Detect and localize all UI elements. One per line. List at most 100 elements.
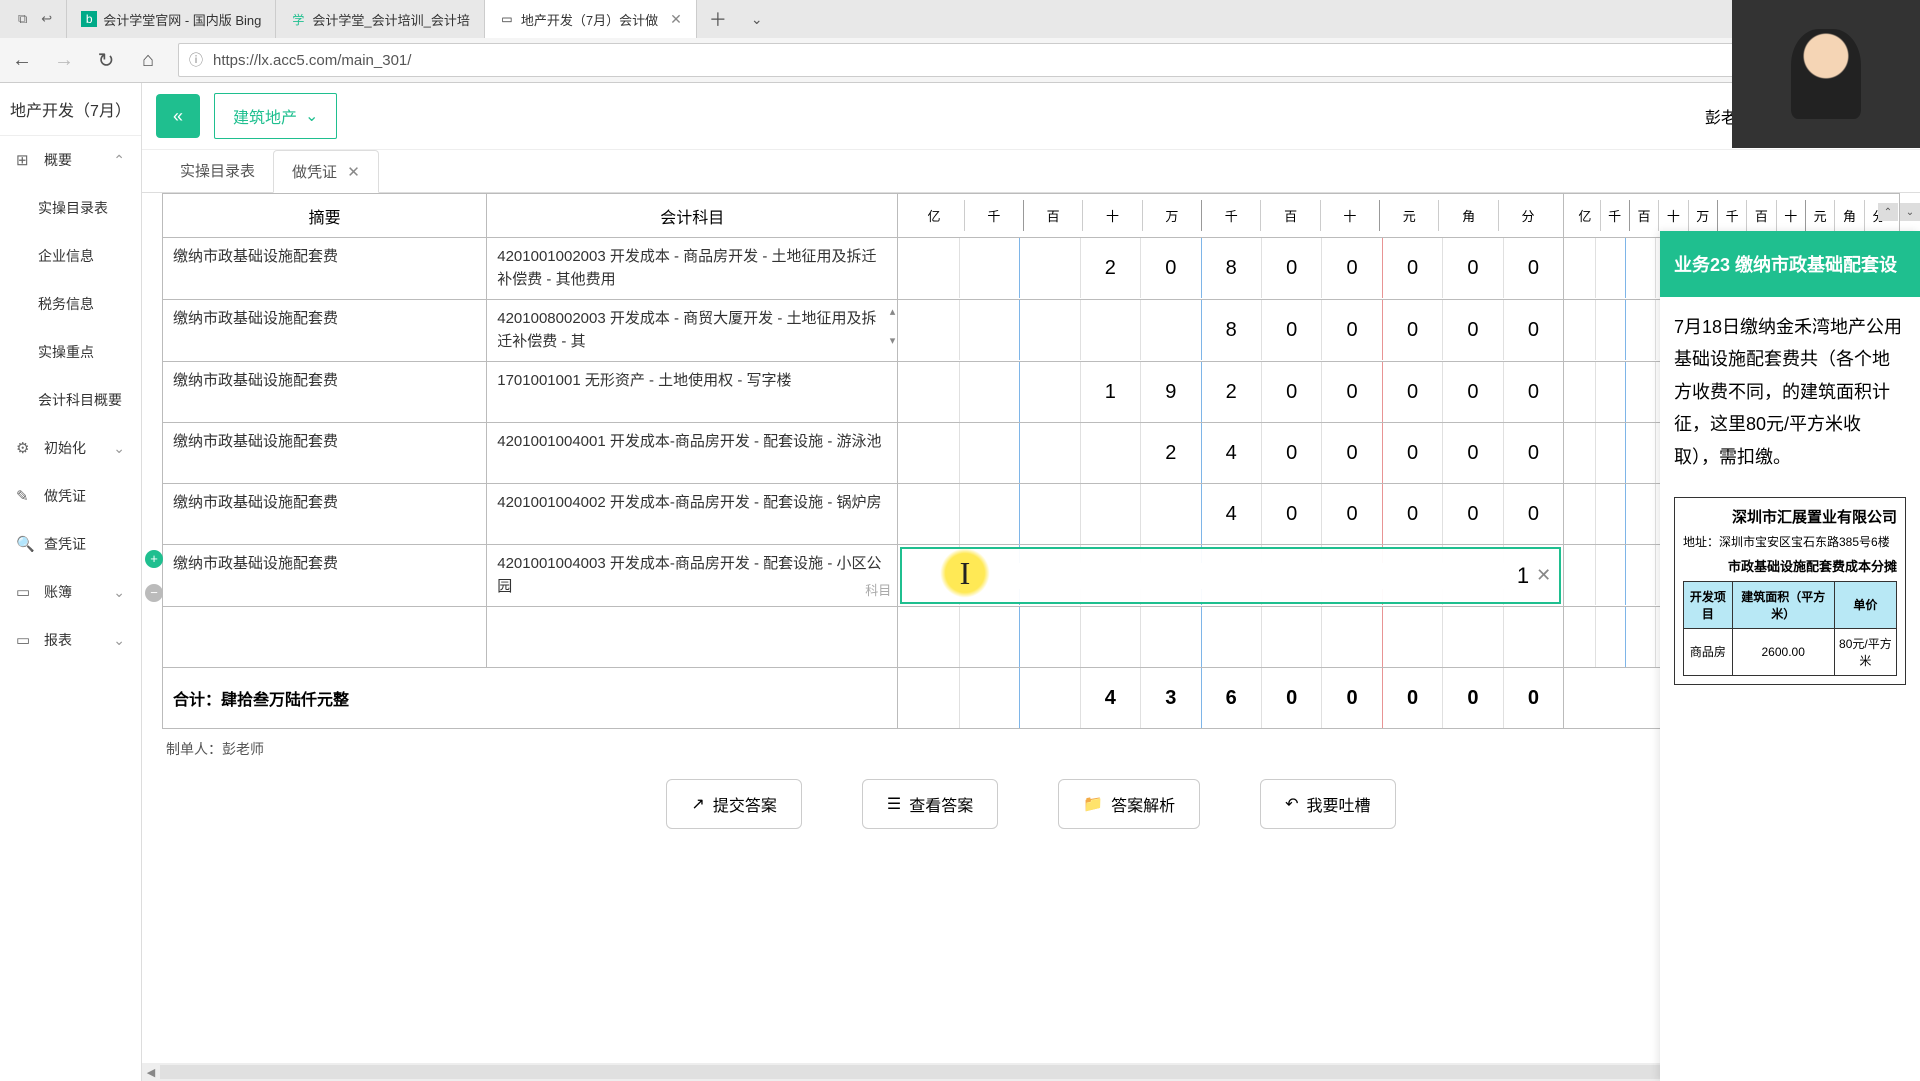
- summary-cell[interactable]: 缴纳市政基础设施配套费: [163, 484, 486, 544]
- tab-make-voucher[interactable]: 做凭证 ✕: [273, 150, 379, 193]
- debit-cell[interactable]: 2400000: [898, 423, 1564, 484]
- grid-icon: ⊞: [16, 151, 34, 169]
- doc-th: 建筑面积（平方米）: [1732, 581, 1834, 628]
- sidebar-item-practice-list[interactable]: 实操目录表: [0, 184, 141, 232]
- url-input[interactable]: [213, 52, 1831, 69]
- amount-input[interactable]: [902, 563, 1529, 589]
- tab-bar: ⧉ ↩ b 会计学堂官网 - 国内版 Bing 学 会计学堂_会计培训_会计培 …: [0, 0, 1920, 38]
- table-row: 缴纳市政基础设施配套费1701001001 无形资产 - 土地使用权 - 写字楼…: [163, 362, 1900, 423]
- summary-cell[interactable]: 缴纳市政基础设施配套费: [163, 423, 486, 483]
- browser-tab-1[interactable]: 学 会计学堂_会计培训_会计培: [276, 0, 484, 38]
- sidebar-item-label: 概要: [44, 150, 72, 170]
- subject-cell[interactable]: 4201001004001 开发成本-商品房开发 - 配套设施 - 游泳池: [487, 423, 897, 483]
- summary-cell[interactable]: 缴纳市政基础设施配套费: [163, 362, 486, 422]
- summary-cell[interactable]: 缴纳市政基础设施配套费: [163, 300, 486, 360]
- subject-cell[interactable]: 4201001002003 开发成本 - 商品房开发 - 土地征用及拆迁补偿费 …: [487, 238, 897, 299]
- back-history-icon[interactable]: ↩: [41, 11, 52, 27]
- subject-cell[interactable]: 4201001004002 开发成本-商品房开发 - 配套设施 - 锅炉房: [487, 484, 897, 544]
- address-bar[interactable]: ⓘ: [178, 43, 1842, 77]
- voucher-area: 摘要 会计科目 亿千百十万千百十元角分 亿千百十万千百十元角分 缴纳市政基础设施…: [142, 193, 1920, 1081]
- tab-label: 会计学堂官网 - 国内版 Bing: [103, 10, 261, 29]
- scroll-track[interactable]: [160, 1065, 1902, 1079]
- forward-button[interactable]: →: [52, 49, 76, 72]
- explain-button[interactable]: 📁答案解析: [1058, 779, 1200, 829]
- sidebar-item-init[interactable]: ⚙ 初始化 ⌄: [0, 424, 141, 472]
- close-icon[interactable]: ✕: [670, 11, 682, 28]
- doc-td: 80元/平方米: [1834, 628, 1896, 675]
- col-subject: 会计科目: [487, 194, 898, 238]
- debit-cell[interactable]: 19200000: [898, 362, 1564, 423]
- maker-name: 彭老师: [222, 739, 264, 759]
- debit-cell[interactable]: 800000: [898, 300, 1564, 362]
- subject-cell[interactable]: 4201001004003 开发成本-商品房开发 - 配套设施 - 小区公园科目: [487, 545, 897, 606]
- table-row: 缴纳市政基础设施配套费4201001002003 开发成本 - 商品房开发 - …: [163, 238, 1900, 300]
- tab-dropdown-icon[interactable]: ⌄: [739, 5, 775, 34]
- page-icon: ▭: [499, 11, 515, 27]
- main-content: « 建筑地产 ⌄ 彭老师 (SVIP会员) 购买 实操目录表 做凭证 ✕: [142, 83, 1920, 1081]
- clear-input-icon[interactable]: ✕: [1536, 565, 1551, 586]
- chevron-up-icon: ⌃: [113, 152, 125, 169]
- doc-th: 开发项目: [1684, 581, 1733, 628]
- category-label: 建筑地产: [233, 104, 297, 128]
- expand-down-icon[interactable]: ⌄: [1900, 203, 1920, 221]
- home-button[interactable]: ⌂: [136, 49, 160, 72]
- info-panel-body: 7月18日缴纳金禾湾地产公用基础设施配套费共（各个地方收费不同，的建筑面积计征，…: [1660, 297, 1920, 487]
- subject-cell[interactable]: 1701001001 无形资产 - 土地使用权 - 写字楼: [487, 362, 897, 422]
- new-tab-button[interactable]: ＋: [697, 0, 739, 38]
- tab-practice-list[interactable]: 实操目录表: [162, 150, 273, 192]
- doc-subtitle: 市政基础设施配套费成本分摊: [1683, 556, 1897, 575]
- sidebar-item-key-points[interactable]: 实操重点: [0, 328, 141, 376]
- info-icon[interactable]: ⓘ: [189, 50, 203, 70]
- sidebar-item-label: 做凭证: [44, 486, 86, 506]
- sidebar-item-tax-info[interactable]: 税务信息: [0, 280, 141, 328]
- sidebar-item-ledger[interactable]: ▭ 账簿 ⌄: [0, 568, 141, 616]
- summary-cell[interactable]: 缴纳市政基础设施配套费: [163, 545, 486, 605]
- panel-collapse-controls: ⌃ ⌄: [1878, 203, 1920, 221]
- sidebar-item-report[interactable]: ▭ 报表 ⌄: [0, 616, 141, 664]
- collapse-up-icon[interactable]: ⌃: [1878, 203, 1898, 221]
- col-debit: 亿千百十万千百十元角分: [898, 194, 1564, 238]
- total-words: 肆拾叁万陆仟元整: [221, 692, 349, 709]
- subject-cell[interactable]: 4201008002003 开发成本 - 商贸大厦开发 - 土地征用及拆迁补偿费…: [487, 300, 897, 361]
- category-dropdown[interactable]: 建筑地产 ⌄: [214, 93, 337, 139]
- horizontal-scrollbar[interactable]: ◀ ▶: [142, 1063, 1920, 1081]
- maker-label: 制单人：: [166, 739, 222, 759]
- view-answer-button[interactable]: ☰查看答案: [862, 779, 998, 829]
- submit-button[interactable]: ↗提交答案: [666, 779, 801, 829]
- feedback-button[interactable]: ↶我要吐槽: [1260, 779, 1395, 829]
- sidebar-item-make-voucher[interactable]: ✎ 做凭证: [0, 472, 141, 520]
- amount-input-active[interactable]: ✕: [900, 547, 1561, 604]
- scroll-left-icon[interactable]: ◀: [142, 1066, 160, 1079]
- browser-tab-2[interactable]: ▭ 地产开发（7月）会计做 ✕: [485, 0, 697, 38]
- sidebar-item-subjects[interactable]: 会计科目概要: [0, 376, 141, 424]
- tab-label: 地产开发（7月）会计做: [521, 10, 658, 29]
- report-icon: ▭: [16, 631, 34, 649]
- sidebar-item-label: 查凭证: [44, 534, 86, 554]
- sidebar-item-search-voucher[interactable]: 🔍 查凭证: [0, 520, 141, 568]
- sidebar-item-company-info[interactable]: 企业信息: [0, 232, 141, 280]
- collapse-sidebar-button[interactable]: «: [156, 94, 200, 138]
- back-button[interactable]: ←: [10, 49, 34, 72]
- info-panel: 业务23 缴纳市政基础配套设 7月18日缴纳金禾湾地产公用基础设施配套费共（各个…: [1660, 231, 1920, 1081]
- debit-cell[interactable]: ✕: [898, 545, 1564, 607]
- doc-company: 深圳市汇展置业有限公司: [1683, 506, 1897, 527]
- top-bar: « 建筑地产 ⌄ 彭老师 (SVIP会员) 购买: [142, 83, 1920, 150]
- sidebar-item-overview[interactable]: ⊞ 概要 ⌃: [0, 136, 141, 184]
- doc-th: 单价: [1834, 581, 1896, 628]
- browser-tab-0[interactable]: b 会计学堂官网 - 国内版 Bing: [67, 0, 276, 38]
- sidebar-item-label: 初始化: [44, 438, 86, 458]
- folder-icon: 📁: [1083, 794, 1103, 814]
- search-icon: 🔍: [16, 535, 34, 553]
- debit-cell[interactable]: 400000: [898, 484, 1564, 545]
- doc-td: 商品房: [1684, 628, 1733, 675]
- add-row-button[interactable]: +: [145, 550, 163, 568]
- col-summary: 摘要: [163, 194, 487, 238]
- debit-cell[interactable]: 20800000: [898, 238, 1564, 300]
- delete-row-button[interactable]: −: [145, 584, 163, 602]
- window-controls[interactable]: ⧉ ↩: [4, 0, 67, 38]
- voucher-footer: 制单人： 彭老师 清空凭证: [162, 729, 1900, 769]
- close-icon[interactable]: ✕: [347, 164, 360, 181]
- app-root: 地产开发（7月） ⊞ 概要 ⌃ 实操目录表 企业信息 税务信息 实操重点 会计科…: [0, 83, 1920, 1081]
- refresh-button[interactable]: ↻: [94, 48, 118, 73]
- summary-cell[interactable]: 缴纳市政基础设施配套费: [163, 238, 486, 298]
